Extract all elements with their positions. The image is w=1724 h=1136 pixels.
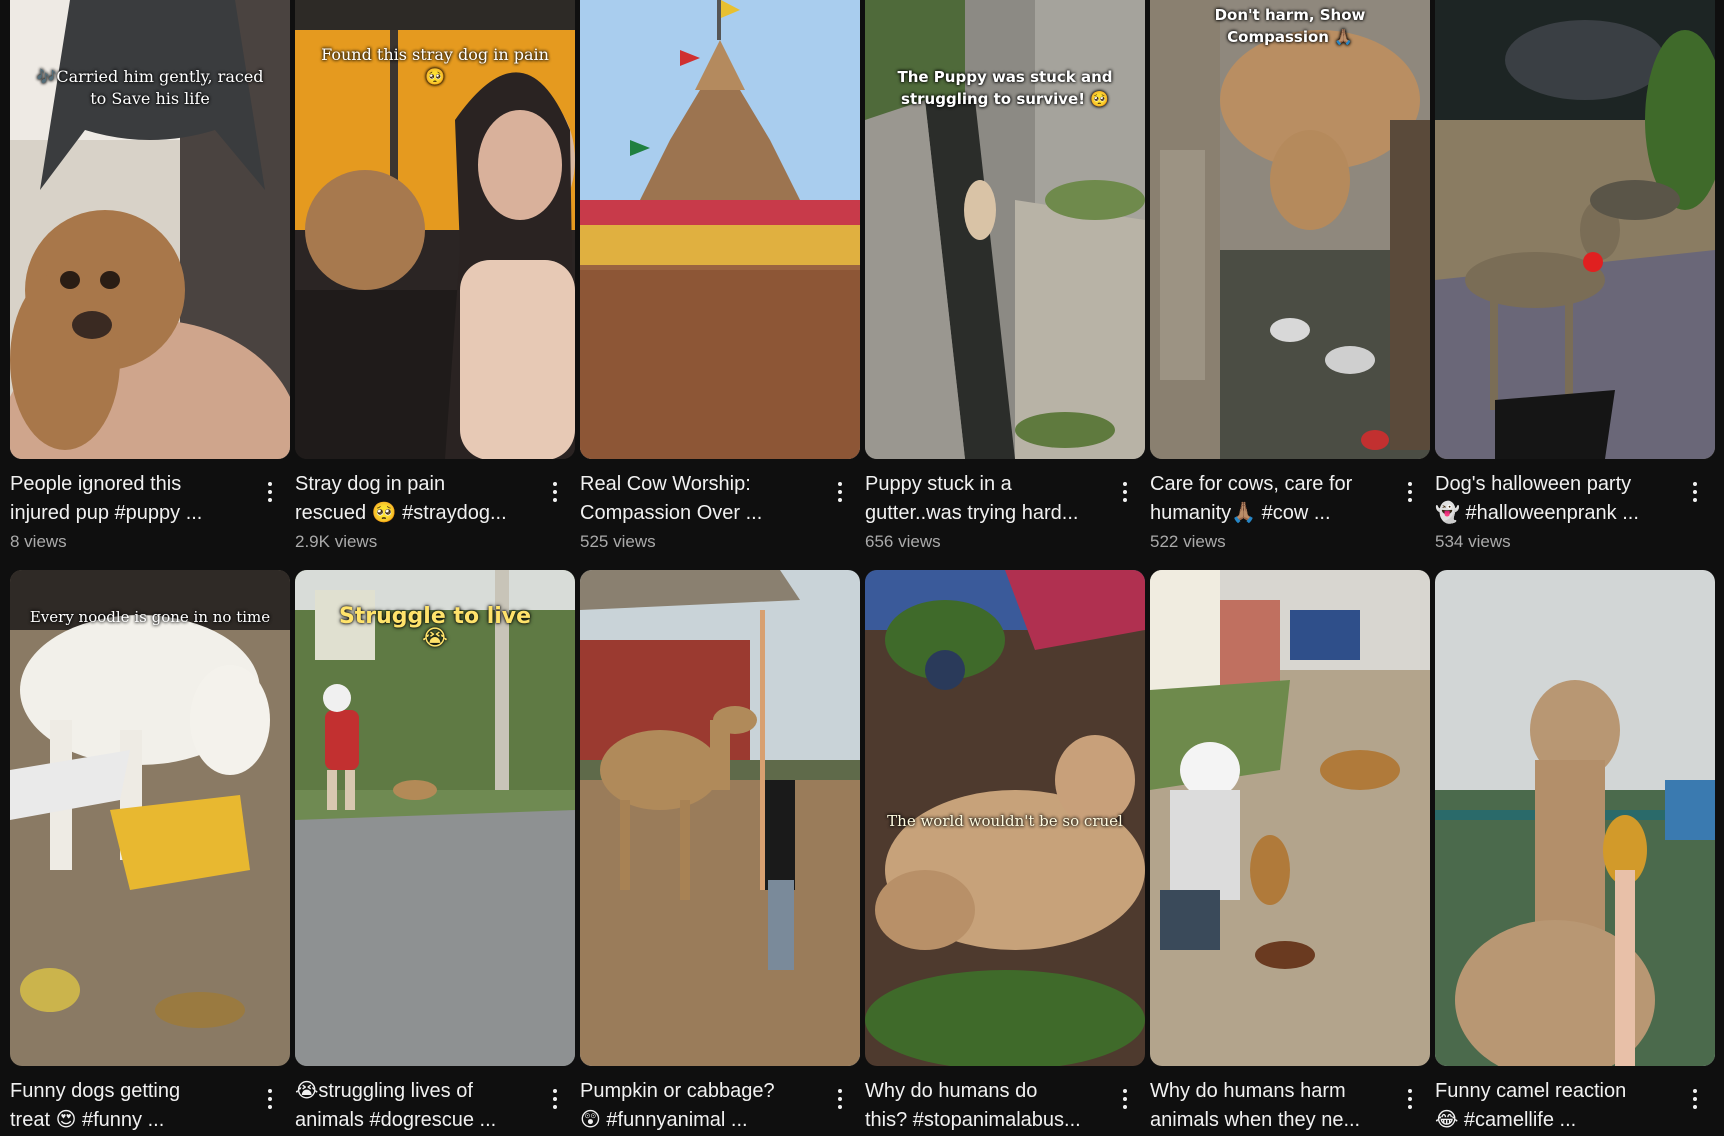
short-card[interactable]: Pumpkin or cabbage? 😲 #funnyanimal ...	[580, 570, 860, 1135]
short-thumbnail[interactable]: Found this stray dog in pain🥺	[295, 0, 575, 459]
short-thumbnail[interactable]: Struggle to live 😭	[295, 570, 575, 1066]
short-card[interactable]: Don't harm, Show Compassion 🙏🏽 Care for …	[1150, 0, 1430, 552]
thumbnail-caption: 🎶Carried him gently, raced to Save his l…	[36, 67, 264, 108]
view-count: 8 views	[10, 532, 67, 551]
short-card[interactable]: Dog's halloween party 👻 #halloweenprank …	[1435, 0, 1715, 552]
short-title[interactable]: Care for cows, care for humanity🙏🏽 #cow …	[1150, 470, 1390, 528]
short-card[interactable]: Funny camel reaction 😂 #camellife ...	[1435, 570, 1715, 1135]
more-actions-icon[interactable]	[830, 479, 850, 505]
short-thumbnail[interactable]: 🎶Carried him gently, raced to Save his l…	[10, 0, 290, 459]
short-title[interactable]: Real Cow Worship: Compassion Over ...	[580, 470, 820, 528]
thumbnail-caption: The world wouldn't be so cruel	[887, 812, 1123, 830]
short-title[interactable]: Pumpkin or cabbage? 😲 #funnyanimal ...	[580, 1077, 820, 1135]
short-title[interactable]: Stray dog in pain rescued 🥺 #straydog...	[295, 470, 535, 528]
more-actions-icon[interactable]	[1115, 1086, 1135, 1112]
short-thumbnail[interactable]: The world wouldn't be so cruel	[865, 570, 1145, 1066]
more-actions-icon[interactable]	[830, 1086, 850, 1112]
view-count: 534 views	[1435, 532, 1511, 551]
more-actions-icon[interactable]	[1400, 1086, 1420, 1112]
short-thumbnail[interactable]	[580, 570, 860, 1066]
thumbnail-caption: Don't harm, Show Compassion 🙏🏽	[1214, 6, 1366, 46]
short-title[interactable]: Funny dogs getting treat 😍 #funny ...	[10, 1077, 250, 1135]
more-actions-icon[interactable]	[545, 479, 565, 505]
short-thumbnail[interactable]	[1150, 570, 1430, 1066]
thumbnail-image	[1435, 0, 1715, 459]
short-thumbnail[interactable]	[580, 0, 860, 459]
short-title[interactable]: Funny camel reaction 😂 #camellife ...	[1435, 1077, 1675, 1135]
short-card[interactable]: 🎶Carried him gently, raced to Save his l…	[10, 0, 290, 552]
more-actions-icon[interactable]	[260, 1086, 280, 1112]
view-count: 522 views	[1150, 532, 1226, 551]
more-actions-icon[interactable]	[545, 1086, 565, 1112]
more-actions-icon[interactable]	[1115, 479, 1135, 505]
short-thumbnail[interactable]: Don't harm, Show Compassion 🙏🏽	[1150, 0, 1430, 459]
view-count: 2.9K views	[295, 532, 378, 551]
more-actions-icon[interactable]	[1685, 1086, 1705, 1112]
short-card[interactable]: Why do humans harm animals when they ne.…	[1150, 570, 1430, 1135]
thumbnail-image	[1150, 0, 1430, 459]
more-actions-icon[interactable]	[1685, 479, 1705, 505]
short-card[interactable]: Struggle to live 😭 😭struggling lives of …	[295, 570, 575, 1135]
more-actions-icon[interactable]	[1400, 479, 1420, 505]
short-title[interactable]: 😭struggling lives of animals #dogrescue …	[295, 1077, 535, 1135]
thumbnail-caption: The Puppy was stuck and struggling to su…	[897, 68, 1113, 108]
short-thumbnail[interactable]: Every noodle is gone in no time	[10, 570, 290, 1066]
short-title[interactable]: Dog's halloween party 👻 #halloweenprank …	[1435, 470, 1675, 528]
short-title[interactable]: Why do humans harm animals when they ne.…	[1150, 1077, 1390, 1135]
short-card[interactable]: The Puppy was stuck and struggling to su…	[865, 0, 1145, 552]
short-thumbnail[interactable]	[1435, 0, 1715, 459]
short-title[interactable]: People ignored this injured pup #puppy .…	[10, 470, 250, 528]
short-title[interactable]: Why do humans do this? #stopanimalabus..…	[865, 1077, 1105, 1135]
thumbnail-image	[1435, 570, 1715, 1066]
short-thumbnail[interactable]: The Puppy was stuck and struggling to su…	[865, 0, 1145, 459]
thumbnail-image	[10, 570, 290, 1066]
short-card[interactable]: Every noodle is gone in no time Funny do…	[10, 570, 290, 1135]
thumbnail-image	[1150, 570, 1430, 1066]
thumbnail-caption: Struggle to live 😭	[338, 604, 532, 651]
thumbnail-caption: Found this stray dog in pain🥺	[321, 45, 549, 86]
short-thumbnail[interactable]	[1435, 570, 1715, 1066]
view-count: 656 views	[865, 532, 941, 551]
short-card[interactable]: Real Cow Worship: Compassion Over ... 52…	[580, 0, 860, 552]
short-card[interactable]: The world wouldn't be so cruel Why do hu…	[865, 570, 1145, 1135]
short-title[interactable]: Puppy stuck in a gutter..was trying hard…	[865, 470, 1105, 528]
more-actions-icon[interactable]	[260, 479, 280, 505]
thumbnail-image	[580, 570, 860, 1066]
short-card[interactable]: Found this stray dog in pain🥺 Stray dog …	[295, 0, 575, 552]
thumbnail-caption: Every noodle is gone in no time	[29, 608, 271, 626]
view-count: 525 views	[580, 532, 656, 551]
shorts-grid: 🎶Carried him gently, raced to Save his l…	[10, 0, 1716, 1136]
thumbnail-image	[580, 0, 860, 459]
